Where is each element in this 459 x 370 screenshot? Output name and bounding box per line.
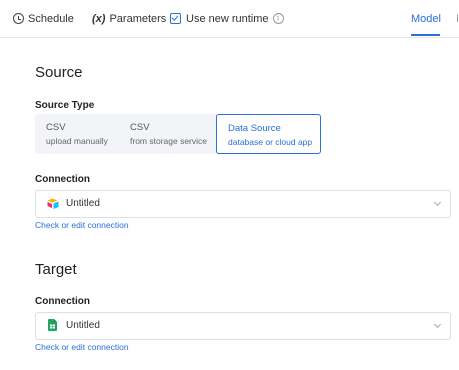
checkbox-checked-icon[interactable] [170, 13, 181, 24]
chevron-down-icon [433, 198, 442, 207]
source-type-selector: CSV upload manually CSV from storage ser… [35, 114, 321, 154]
source-title: Source [35, 64, 83, 81]
source-option-data-source[interactable]: Data Source database or cloud app [216, 114, 321, 154]
option-subtitle: from storage service [130, 136, 207, 146]
tab-model[interactable]: Model [411, 0, 441, 37]
source-connection-value: Untitled [66, 198, 100, 209]
target-connection-value: Untitled [66, 320, 100, 331]
source-connection-select[interactable]: Untitled [35, 190, 451, 218]
clock-icon [13, 13, 24, 24]
parameters-icon: (x) [92, 12, 106, 25]
active-tab-indicator [411, 34, 440, 36]
target-connection-label: Connection [35, 296, 90, 307]
option-subtitle: database or cloud app [228, 137, 313, 147]
schedule-button[interactable]: Schedule [13, 0, 74, 37]
source-connection-label: Connection [35, 174, 90, 185]
option-title: CSV [130, 122, 150, 133]
option-title: CSV [46, 122, 66, 133]
option-subtitle: upload manually [46, 136, 108, 146]
target-connection-select[interactable]: Untitled [35, 312, 451, 340]
option-title: Data Source [228, 123, 281, 134]
chevron-down-icon [433, 320, 442, 329]
info-icon[interactable]: i [272, 13, 284, 24]
parameters-button[interactable]: (x) Parameters [92, 0, 166, 37]
target-edit-connection-link[interactable]: Check or edit connection [35, 342, 129, 352]
use-new-runtime-checkbox[interactable]: Use new runtime i [170, 0, 284, 37]
schedule-label: Schedule [28, 12, 74, 25]
source-edit-connection-link[interactable]: Check or edit connection [35, 220, 129, 230]
tab-model-label: Model [411, 12, 441, 25]
google-sheets-icon [48, 319, 57, 331]
runtime-label: Use new runtime [186, 12, 269, 25]
airtable-icon [47, 198, 59, 209]
top-toolbar: Schedule (x) Parameters Use new runtime … [0, 0, 459, 38]
target-title: Target [35, 261, 77, 278]
parameters-label: Parameters [109, 12, 167, 25]
source-type-label: Source Type [35, 100, 95, 111]
